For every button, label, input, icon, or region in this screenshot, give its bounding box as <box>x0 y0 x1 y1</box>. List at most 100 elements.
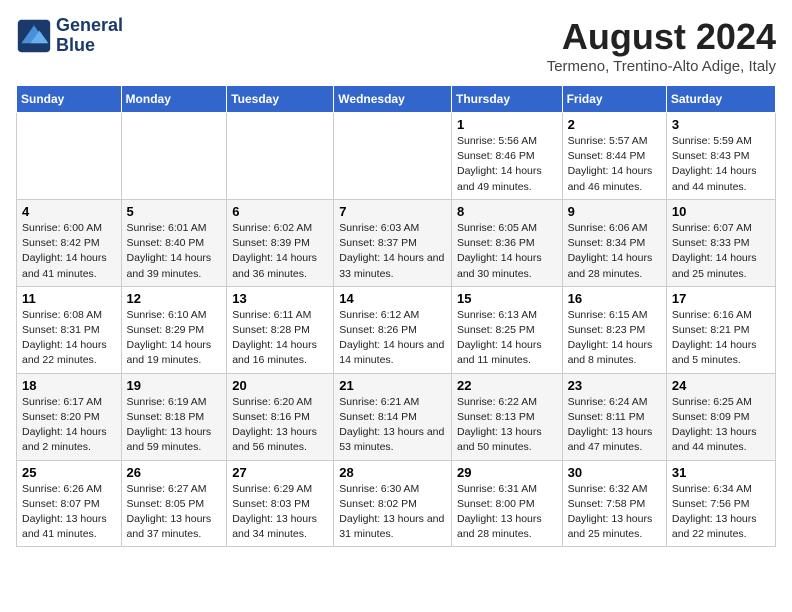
day-number: 31 <box>672 465 770 480</box>
day-detail: Sunrise: 6:10 AMSunset: 8:29 PMDaylight:… <box>127 308 222 369</box>
day-number: 29 <box>457 465 557 480</box>
day-number: 12 <box>127 291 222 306</box>
logo-line2: Blue <box>56 36 123 56</box>
logo-text: General Blue <box>56 16 123 56</box>
day-detail: Sunrise: 6:29 AMSunset: 8:03 PMDaylight:… <box>232 482 328 543</box>
calendar-cell: 15 Sunrise: 6:13 AMSunset: 8:25 PMDayligh… <box>451 286 562 373</box>
day-number: 18 <box>22 378 116 393</box>
day-number: 3 <box>672 117 770 132</box>
calendar-cell: 28 Sunrise: 6:30 AMSunset: 8:02 PMDayligh… <box>334 460 452 547</box>
calendar-cell: 16Sunrise: 6:15 AMSunset: 8:23 PMDayligh… <box>562 286 666 373</box>
day-number: 7 <box>339 204 446 219</box>
logo-line1: General <box>56 16 123 36</box>
col-header-monday: Monday <box>121 86 227 113</box>
day-detail: Sunrise: 6:12 AMSunset: 8:26 PMDaylight:… <box>339 308 446 369</box>
calendar-cell: 17 Sunrise: 6:16 AMSunset: 8:21 PMDayligh… <box>666 286 775 373</box>
day-number: 9 <box>568 204 661 219</box>
calendar-cell: 27 Sunrise: 6:29 AMSunset: 8:03 PMDayligh… <box>227 460 334 547</box>
day-number: 17 <box>672 291 770 306</box>
col-header-thursday: Thursday <box>451 86 562 113</box>
day-detail: Sunrise: 6:16 AMSunset: 8:21 PMDaylight:… <box>672 308 770 369</box>
day-detail: Sunrise: 6:27 AMSunset: 8:05 PMDaylight:… <box>127 482 222 543</box>
day-detail: Sunrise: 6:00 AMSunset: 8:42 PMDaylight:… <box>22 221 116 282</box>
logo-icon <box>16 18 52 54</box>
day-detail: Sunrise: 6:26 AMSunset: 8:07 PMDaylight:… <box>22 482 116 543</box>
day-number: 11 <box>22 291 116 306</box>
day-number: 22 <box>457 378 557 393</box>
calendar-cell: 4 Sunrise: 6:00 AMSunset: 8:42 PMDaylight… <box>17 199 122 286</box>
calendar-cell <box>121 113 227 200</box>
day-detail: Sunrise: 6:22 AMSunset: 8:13 PMDaylight:… <box>457 395 557 456</box>
day-number: 28 <box>339 465 446 480</box>
day-number: 30 <box>568 465 661 480</box>
calendar-cell: 25 Sunrise: 6:26 AMSunset: 8:07 PMDayligh… <box>17 460 122 547</box>
day-detail: Sunrise: 6:08 AMSunset: 8:31 PMDaylight:… <box>22 308 116 369</box>
calendar-cell: 24 Sunrise: 6:25 AMSunset: 8:09 PMDayligh… <box>666 373 775 460</box>
day-number: 25 <box>22 465 116 480</box>
calendar-cell <box>334 113 452 200</box>
day-detail: Sunrise: 6:24 AMSunset: 8:11 PMDaylight:… <box>568 395 661 456</box>
day-number: 19 <box>127 378 222 393</box>
calendar-cell: 14Sunrise: 6:12 AMSunset: 8:26 PMDayligh… <box>334 286 452 373</box>
calendar-cell: 18 Sunrise: 6:17 AMSunset: 8:20 PMDayligh… <box>17 373 122 460</box>
calendar-cell: 2 Sunrise: 5:57 AMSunset: 8:44 PMDaylight… <box>562 113 666 200</box>
day-detail: Sunrise: 6:17 AMSunset: 8:20 PMDaylight:… <box>22 395 116 456</box>
day-number: 26 <box>127 465 222 480</box>
day-number: 20 <box>232 378 328 393</box>
col-header-sunday: Sunday <box>17 86 122 113</box>
day-detail: Sunrise: 6:06 AMSunset: 8:34 PMDaylight:… <box>568 221 661 282</box>
calendar-cell: 8 Sunrise: 6:05 AMSunset: 8:36 PMDaylight… <box>451 199 562 286</box>
day-detail: Sunrise: 5:57 AMSunset: 8:44 PMDaylight:… <box>568 134 661 195</box>
day-detail: Sunrise: 6:13 AMSunset: 8:25 PMDaylight:… <box>457 308 557 369</box>
calendar-cell: 10Sunrise: 6:07 AMSunset: 8:33 PMDayligh… <box>666 199 775 286</box>
logo: General Blue <box>16 16 123 56</box>
day-number: 1 <box>457 117 557 132</box>
day-detail: Sunrise: 6:11 AMSunset: 8:28 PMDaylight:… <box>232 308 328 369</box>
day-detail: Sunrise: 6:25 AMSunset: 8:09 PMDaylight:… <box>672 395 770 456</box>
calendar-cell: 20 Sunrise: 6:20 AMSunset: 8:16 PMDayligh… <box>227 373 334 460</box>
subtitle: Termeno, Trentino-Alto Adige, Italy <box>547 58 776 75</box>
calendar-cell: 6 Sunrise: 6:02 AMSunset: 8:39 PMDaylight… <box>227 199 334 286</box>
col-header-wednesday: Wednesday <box>334 86 452 113</box>
day-number: 21 <box>339 378 446 393</box>
day-number: 2 <box>568 117 661 132</box>
day-number: 4 <box>22 204 116 219</box>
main-title: August 2024 <box>547 16 776 58</box>
calendar-cell: 26 Sunrise: 6:27 AMSunset: 8:05 PMDayligh… <box>121 460 227 547</box>
day-detail: Sunrise: 6:19 AMSunset: 8:18 PMDaylight:… <box>127 395 222 456</box>
day-number: 6 <box>232 204 328 219</box>
day-detail: Sunrise: 6:03 AMSunset: 8:37 PMDaylight:… <box>339 221 446 282</box>
calendar-cell: 30 Sunrise: 6:32 AMSunset: 7:58 PMDayligh… <box>562 460 666 547</box>
col-header-friday: Friday <box>562 86 666 113</box>
calendar-cell: 12 Sunrise: 6:10 AMSunset: 8:29 PMDayligh… <box>121 286 227 373</box>
day-detail: Sunrise: 6:02 AMSunset: 8:39 PMDaylight:… <box>232 221 328 282</box>
day-number: 27 <box>232 465 328 480</box>
day-detail: Sunrise: 6:20 AMSunset: 8:16 PMDaylight:… <box>232 395 328 456</box>
calendar-cell: 11 Sunrise: 6:08 AMSunset: 8:31 PMDayligh… <box>17 286 122 373</box>
day-detail: Sunrise: 6:05 AMSunset: 8:36 PMDaylight:… <box>457 221 557 282</box>
day-number: 24 <box>672 378 770 393</box>
header: General Blue August 2024 Termeno, Trenti… <box>16 16 776 75</box>
col-header-saturday: Saturday <box>666 86 775 113</box>
day-number: 8 <box>457 204 557 219</box>
day-number: 5 <box>127 204 222 219</box>
day-detail: Sunrise: 6:01 AMSunset: 8:40 PMDaylight:… <box>127 221 222 282</box>
calendar-table: SundayMondayTuesdayWednesdayThursdayFrid… <box>16 85 776 547</box>
day-detail: Sunrise: 5:56 AMSunset: 8:46 PMDaylight:… <box>457 134 557 195</box>
calendar-cell <box>227 113 334 200</box>
calendar-cell: 21 Sunrise: 6:21 AMSunset: 8:14 PMDayligh… <box>334 373 452 460</box>
day-detail: Sunrise: 6:30 AMSunset: 8:02 PMDaylight:… <box>339 482 446 543</box>
day-detail: Sunrise: 6:32 AMSunset: 7:58 PMDaylight:… <box>568 482 661 543</box>
day-detail: Sunrise: 6:15 AMSunset: 8:23 PMDaylight:… <box>568 308 661 369</box>
calendar-cell <box>17 113 122 200</box>
day-number: 23 <box>568 378 661 393</box>
calendar-cell: 9 Sunrise: 6:06 AMSunset: 8:34 PMDaylight… <box>562 199 666 286</box>
calendar-cell: 29Sunrise: 6:31 AMSunset: 8:00 PMDayligh… <box>451 460 562 547</box>
day-number: 13 <box>232 291 328 306</box>
day-detail: Sunrise: 6:21 AMSunset: 8:14 PMDaylight:… <box>339 395 446 456</box>
calendar-cell: 7 Sunrise: 6:03 AMSunset: 8:37 PMDaylight… <box>334 199 452 286</box>
day-detail: Sunrise: 6:07 AMSunset: 8:33 PMDaylight:… <box>672 221 770 282</box>
calendar-cell: 3Sunrise: 5:59 AMSunset: 8:43 PMDaylight… <box>666 113 775 200</box>
calendar-cell: 19 Sunrise: 6:19 AMSunset: 8:18 PMDayligh… <box>121 373 227 460</box>
day-number: 15 <box>457 291 557 306</box>
